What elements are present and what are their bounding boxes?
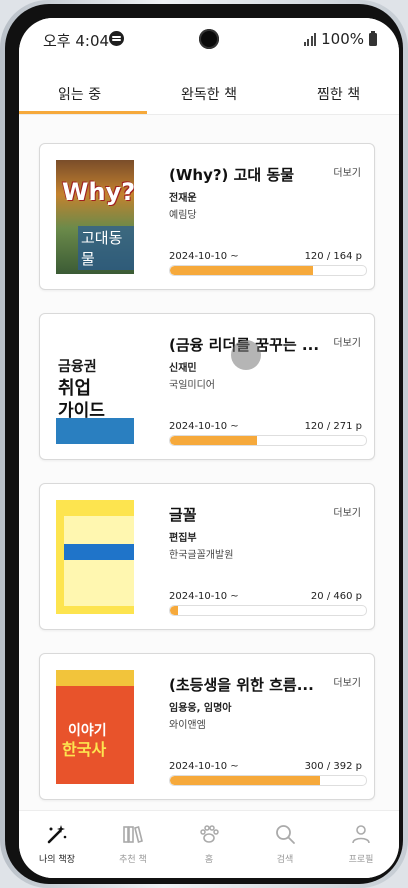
battery-text: 100% [321, 30, 364, 48]
tab-wishlist[interactable]: 찜한 책 [317, 84, 360, 104]
book-author: 신재민 [169, 363, 197, 374]
bottom-nav: 나의 책장 추천 책 홈 검색 프로필 [19, 810, 399, 878]
signal-icon [303, 32, 317, 46]
spotify-icon [109, 31, 124, 46]
nav-label: 프로필 [348, 855, 374, 865]
book-publisher: 예림당 [169, 210, 197, 221]
shelf-tabs: 읽는 중 완독한 책 찜한 책 [19, 62, 399, 115]
book-cover: 금융권 취업 가이드 [56, 330, 134, 444]
status-bar: 오후 4:04 100% [19, 18, 399, 62]
profile-icon [352, 825, 370, 844]
start-date: 2024-10-10 ~ [169, 591, 239, 602]
book-cover [56, 500, 134, 614]
book-card[interactable]: 금융권 취업 가이드 (금융 리더를 꿈꾸는 ... 신재민 국일미디어 더보기… [39, 313, 375, 460]
book-author: 임용웅, 임명아 [169, 703, 232, 714]
more-button[interactable]: 더보기 [333, 674, 361, 689]
start-date: 2024-10-10 ~ [169, 421, 239, 432]
nav-search[interactable]: 검색 [247, 811, 323, 878]
book-card[interactable]: 글꼴 편집부 한국글꼴개발원 더보기 2024-10-10 ~ 20 / 460… [39, 483, 375, 630]
book-author: 편집부 [169, 533, 197, 544]
more-button[interactable]: 더보기 [333, 334, 361, 349]
book-cover: Why? 고대동물 [56, 160, 134, 274]
nav-label: 홈 [204, 855, 214, 865]
more-button[interactable]: 더보기 [333, 164, 361, 179]
tab-finished[interactable]: 완독한 책 [181, 84, 237, 104]
progress-bar [169, 265, 367, 276]
progress-bar [169, 605, 367, 616]
search-icon [276, 825, 295, 844]
front-camera [199, 29, 219, 49]
page-progress: 120 / 164 p [304, 251, 362, 262]
book-publisher: 한국글꼴개발원 [169, 550, 234, 561]
page-progress: 20 / 460 p [310, 591, 362, 602]
status-right: 100% [303, 30, 377, 48]
book-card[interactable]: 이야기 한국사 (초등생을 위한 흐름... 임용웅, 임명아 와이앤엠 더보기… [39, 653, 375, 800]
start-date: 2024-10-10 ~ [169, 251, 239, 262]
progress-bar [169, 435, 367, 446]
phone-frame: 오후 4:04 100% 읽는 중 완독한 책 찜한 책 Why? 고대동물 (… [0, 0, 408, 888]
book-cover: 이야기 한국사 [56, 670, 134, 784]
book-title: (초등생을 위한 흐름... [169, 676, 314, 694]
book-publisher: 국일미디어 [169, 380, 215, 391]
nav-recommended[interactable]: 추천 책 [95, 811, 171, 878]
screen: 오후 4:04 100% 읽는 중 완독한 책 찜한 책 Why? 고대동물 (… [19, 18, 399, 878]
nav-label: 검색 [276, 855, 294, 865]
progress-bar [169, 775, 367, 786]
phone-bezel: 오후 4:04 100% 읽는 중 완독한 책 찜한 책 Why? 고대동물 (… [5, 4, 403, 884]
nav-my-shelf[interactable]: 나의 책장 [19, 811, 95, 878]
book-title: (Why?) 고대 동물 [169, 166, 295, 184]
status-time: 오후 4:04 [43, 32, 110, 50]
book-publisher: 와이앤엠 [169, 720, 206, 731]
book-title: 글꼴 [169, 506, 197, 524]
battery-icon [369, 30, 377, 46]
nav-home[interactable]: 홈 [171, 811, 247, 878]
magic-wand-icon [47, 825, 67, 844]
start-date: 2024-10-10 ~ [169, 761, 239, 772]
paw-icon [200, 825, 219, 843]
nav-profile[interactable]: 프로필 [323, 811, 399, 878]
books-icon [123, 826, 143, 843]
page-progress: 120 / 271 p [304, 421, 362, 432]
nav-label: 나의 책장 [39, 855, 75, 865]
book-card[interactable]: Why? 고대동물 (Why?) 고대 동물 전재운 예림당 더보기 2024-… [39, 143, 375, 290]
touch-indicator [231, 340, 261, 370]
more-button[interactable]: 더보기 [333, 504, 361, 519]
nav-label: 추천 책 [119, 855, 147, 865]
book-list[interactable]: Why? 고대동물 (Why?) 고대 동물 전재운 예림당 더보기 2024-… [19, 114, 399, 814]
page-progress: 300 / 392 p [304, 761, 362, 772]
tab-reading[interactable]: 읽는 중 [58, 84, 101, 104]
book-author: 전재운 [169, 193, 197, 204]
